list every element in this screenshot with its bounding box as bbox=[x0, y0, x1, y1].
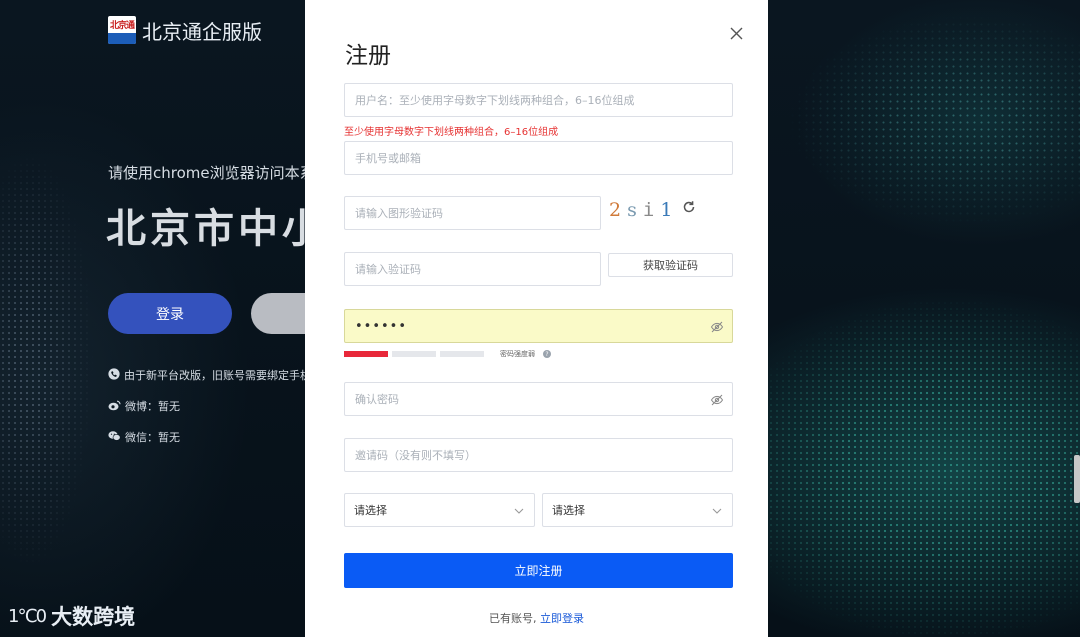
sms-code-input[interactable] bbox=[345, 253, 600, 285]
wechat-row: 微信：暂无 bbox=[108, 429, 180, 445]
browser-hint: 请使用chrome浏览器访问本系 bbox=[108, 164, 315, 182]
register-submit-button[interactable]: 立即注册 bbox=[344, 553, 733, 588]
select-2[interactable]: 请选择 bbox=[542, 493, 733, 527]
strength-bar-1 bbox=[344, 351, 388, 357]
username-error: 至少使用字母数字下划线两种组合，6–16位组成 bbox=[344, 127, 559, 138]
select-1-value: 请选择 bbox=[354, 504, 387, 517]
username-field[interactable] bbox=[344, 83, 733, 117]
captcha-field[interactable] bbox=[344, 196, 601, 230]
phone-chat-icon bbox=[108, 367, 120, 383]
confirm-password-input[interactable] bbox=[345, 383, 732, 415]
modal-title: 注册 bbox=[345, 43, 391, 69]
login-prompt: 已有账号, 立即登录 bbox=[305, 610, 768, 626]
phone-email-input[interactable] bbox=[345, 142, 732, 174]
password-strength-meter: 密码强度弱 ? bbox=[344, 349, 551, 359]
login-link[interactable]: 立即登录 bbox=[540, 612, 584, 625]
background-particles-wave bbox=[768, 0, 1080, 637]
invite-code-field[interactable] bbox=[344, 438, 733, 472]
username-input[interactable] bbox=[345, 84, 732, 116]
weibo-icon bbox=[108, 399, 121, 414]
watermark-logo-icon: 1℃0 bbox=[8, 605, 47, 627]
help-icon[interactable]: ? bbox=[543, 350, 551, 358]
strength-bar-2 bbox=[392, 351, 436, 357]
brand-logo-icon: 北京通 bbox=[108, 16, 136, 44]
watermark: 1℃0 大数跨境 bbox=[8, 601, 135, 631]
captcha-image[interactable]: 2 s i 1 bbox=[609, 196, 675, 224]
strength-label: 密码强度弱 bbox=[500, 350, 535, 358]
watermark-text: 大数跨境 bbox=[51, 605, 136, 629]
notice-row: 由于新平台改版，旧账号需要绑定手机 bbox=[108, 367, 311, 383]
sms-code-field[interactable] bbox=[344, 252, 601, 286]
notice-text: 由于新平台改版，旧账号需要绑定手机 bbox=[124, 369, 311, 382]
brand: 北京通 北京通企服版 bbox=[108, 16, 262, 44]
chevron-down-icon bbox=[514, 504, 524, 517]
get-code-button[interactable]: 获取验证码 bbox=[608, 253, 733, 277]
phone-field[interactable] bbox=[344, 141, 733, 175]
landing-headline: 北京市中小 bbox=[106, 206, 326, 252]
password-field[interactable] bbox=[344, 309, 733, 343]
strength-bar-3 bbox=[440, 351, 484, 357]
wechat-text: 微信：暂无 bbox=[125, 431, 180, 444]
refresh-icon[interactable] bbox=[681, 199, 697, 215]
wechat-icon bbox=[108, 430, 121, 445]
landing-login-button[interactable]: 登录 bbox=[108, 293, 232, 334]
confirm-password-field[interactable] bbox=[344, 382, 733, 416]
have-account-text: 已有账号, bbox=[489, 612, 537, 625]
password-input[interactable] bbox=[345, 310, 732, 342]
eye-closed-icon[interactable] bbox=[710, 392, 724, 406]
captcha-input[interactable] bbox=[345, 197, 600, 229]
register-modal: 注册 至少使用字母数字下划线两种组合，6–16位组成 2 s i 1 获取验证码… bbox=[305, 0, 768, 637]
weibo-text: 微博：暂无 bbox=[125, 400, 180, 413]
select-2-value: 请选择 bbox=[552, 504, 585, 517]
close-icon[interactable] bbox=[727, 24, 745, 42]
background-particles-left bbox=[0, 0, 110, 637]
weibo-row: 微博：暂无 bbox=[108, 398, 180, 414]
chevron-down-icon bbox=[712, 504, 722, 517]
eye-closed-icon[interactable] bbox=[710, 319, 724, 333]
select-1[interactable]: 请选择 bbox=[344, 493, 535, 527]
page-scrollbar[interactable] bbox=[1074, 455, 1080, 503]
invite-code-input[interactable] bbox=[345, 439, 732, 471]
brand-name: 北京通企服版 bbox=[142, 19, 262, 44]
